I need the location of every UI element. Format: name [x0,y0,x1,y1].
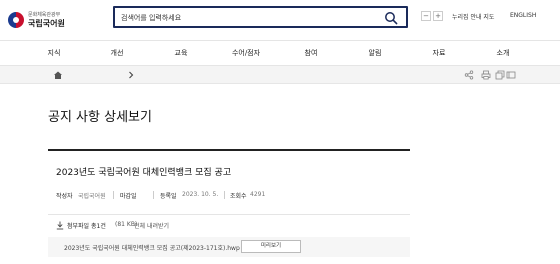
date-value: 2023. 10. 5. [182,191,219,198]
views-value: 4291 [250,191,266,198]
site-header: 문화체육관광부 국립국어원 − + 누리집 안내 지도 ENGLISH [0,0,560,40]
nav-item-notice[interactable]: 알림 [369,48,382,58]
zoom-in-button[interactable]: + [433,11,443,21]
nav-item-participation[interactable]: 참여 [305,48,318,58]
attachment-count: 첨부파일 총1건 [67,223,106,230]
zoom-out-button[interactable]: − [421,11,431,21]
nav-item-education[interactable]: 교육 [175,48,188,58]
attachment-file-link[interactable]: 2023년도 국립국어원 대체인력뱅크 모집 공고(제2023-171호).hw… [64,243,240,252]
nav-item-knowledge[interactable]: 지식 [48,48,61,58]
copy-icon[interactable] [495,70,505,80]
share-icon[interactable] [464,70,474,80]
bookmark-icon[interactable] [506,70,516,80]
search-icon[interactable] [384,11,398,25]
main-nav: 지식 개선 교육 수어/점자 참여 알림 자료 소개 [0,40,560,66]
deadline-label: 마감일 [120,193,137,200]
meta-divider [224,191,225,199]
search-box [113,6,408,28]
government-emblem-icon [8,12,24,28]
search-input[interactable] [121,11,371,25]
nav-item-improvement[interactable]: 개선 [111,48,124,58]
print-icon[interactable] [481,70,491,80]
author-label: 작성자 [56,193,73,200]
home-icon[interactable] [53,70,63,80]
attachment-file-row: 2023년도 국립국어원 대체인력뱅크 모집 공고(제2023-171호).hw… [48,237,410,257]
title-divider [48,149,410,151]
nav-item-sign-braille[interactable]: 수어/점자 [232,48,260,58]
sitemap-link[interactable]: 누리집 안내 지도 [452,12,494,21]
views-label: 조회수 [230,193,247,200]
nav-item-about[interactable]: 소개 [497,48,510,58]
site-logo[interactable]: 문화체육관광부 국립국어원 [8,10,88,30]
logo-ministry: 문화체육관광부 [28,12,61,18]
logo-institute: 국립국어원 [28,19,65,28]
chevron-right-icon[interactable] [127,70,135,80]
meta-divider [113,191,114,199]
download-all-link[interactable]: 전체 내려받기 [134,221,169,230]
post-title: 2023년도 국립국어원 대체인력뱅크 모집 공고 [56,168,232,178]
attachment-section: 첨부파일 총1건 (81 KB) 전체 내려받기 2023년도 국립국어원 대체… [48,214,410,264]
date-label: 등록일 [160,193,177,200]
author-value: 국립국어원 [78,193,106,200]
page-title: 공지 사항 상세보기 [48,110,152,125]
nav-item-resources[interactable]: 자료 [433,48,446,58]
breadcrumb [0,66,560,84]
preview-button[interactable]: 미리보기 [241,240,301,253]
download-icon [56,221,64,230]
english-link[interactable]: ENGLISH [510,12,536,19]
meta-divider [153,191,154,199]
